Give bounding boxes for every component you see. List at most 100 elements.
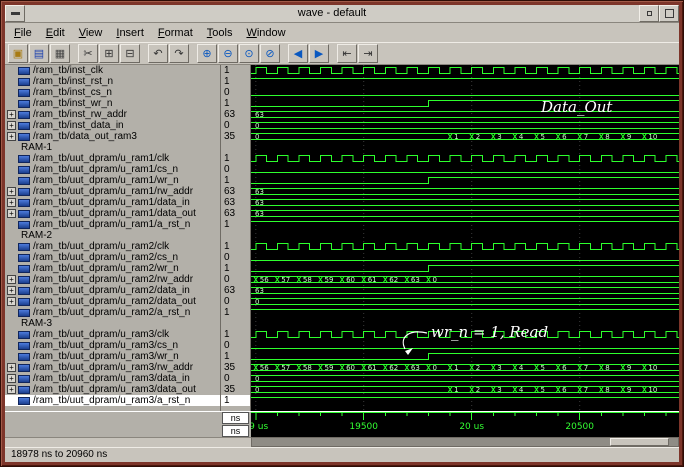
signal-row[interactable]: /ram_tb/uut_dpram/u_ram1/a_rst_n xyxy=(5,219,220,230)
timeline-ruler[interactable]: 19 us 19500 20 us 20500 xyxy=(251,412,679,437)
signal-row[interactable]: /ram_tb/uut_dpram/u_ram3/clk xyxy=(5,329,220,340)
signal-name: /ram_tb/uut_dpram/u_ram2/rw_addr xyxy=(33,274,194,285)
signal-row[interactable]: + /ram_tb/inst_data_in xyxy=(5,120,220,131)
menu-insert[interactable]: Insert xyxy=(109,25,151,41)
redo-button[interactable]: ↷ xyxy=(169,44,189,63)
signal-row[interactable]: /ram_tb/uut_dpram/u_ram2/cs_n xyxy=(5,252,220,263)
divider-row[interactable]: RAM-3 xyxy=(5,318,220,329)
menu-window[interactable]: Window xyxy=(239,25,292,41)
print-button[interactable]: ▦ xyxy=(50,44,70,63)
svg-text:59: 59 xyxy=(325,276,334,284)
signal-row[interactable]: + /ram_tb/uut_dpram/u_ram1/data_in xyxy=(5,197,220,208)
divider-row[interactable]: RAM-2 xyxy=(5,230,220,241)
signal-row[interactable]: + /ram_tb/uut_dpram/u_ram2/data_in xyxy=(5,285,220,296)
svg-text:58: 58 xyxy=(303,364,312,372)
menu-edit[interactable]: Edit xyxy=(39,25,72,41)
signal-row[interactable]: /ram_tb/uut_dpram/u_ram2/clk xyxy=(5,241,220,252)
zoom-in-button[interactable]: ⊕ xyxy=(197,44,217,63)
time-unit-box: ns xyxy=(222,425,249,437)
signal-row[interactable]: + /ram_tb/uut_dpram/u_ram2/rw_addr xyxy=(5,274,220,285)
signal-row[interactable]: /ram_tb/uut_dpram/u_ram1/clk xyxy=(5,153,220,164)
title-bar[interactable]: wave - default xyxy=(5,5,679,23)
menu-format[interactable]: Format xyxy=(151,25,200,41)
prev-transition-button[interactable]: ◀ xyxy=(288,44,308,63)
signal-name: /ram_tb/uut_dpram/u_ram1/data_in xyxy=(33,197,190,208)
signal-row[interactable]: + /ram_tb/uut_dpram/u_ram1/data_out xyxy=(5,208,220,219)
signal-row[interactable]: + /ram_tb/uut_dpram/u_ram1/rw_addr xyxy=(5,186,220,197)
cut-button[interactable]: ✂ xyxy=(78,44,98,63)
expand-icon[interactable]: + xyxy=(7,187,16,196)
signal-row[interactable]: /ram_tb/uut_dpram/u_ram2/a_rst_n xyxy=(5,307,220,318)
window-menu-button[interactable] xyxy=(5,5,25,22)
signal-row[interactable]: /ram_tb/uut_dpram/u_ram3/cs_n xyxy=(5,340,220,351)
waveform-canvas[interactable]: 63 0 0 1 2 3 4 5 6 7 8 9 10 63 63 63 56 57 58 59 60 61 62 63 0 63… xyxy=(251,65,679,411)
menu-view[interactable]: View xyxy=(72,25,110,41)
signal-icon xyxy=(18,176,30,185)
scrollbar-trough[interactable] xyxy=(251,437,679,447)
zoom-last-button[interactable]: ⊘ xyxy=(260,44,280,63)
svg-text:0: 0 xyxy=(433,364,437,372)
zoom-full-button[interactable]: ⊙ xyxy=(239,44,259,63)
signal-row[interactable]: /ram_tb/uut_dpram/u_ram1/cs_n xyxy=(5,164,220,175)
expand-icon[interactable]: + xyxy=(7,275,16,284)
signal-row[interactable]: /ram_tb/inst_wr_n xyxy=(5,98,220,109)
open-button[interactable]: ▣ xyxy=(8,44,28,63)
menu-tools[interactable]: Tools xyxy=(200,25,240,41)
signal-row[interactable]: + /ram_tb/uut_dpram/u_ram3/data_in xyxy=(5,373,220,384)
signal-row[interactable]: + /ram_tb/uut_dpram/u_ram3/rw_addr xyxy=(5,362,220,373)
signal-icon xyxy=(18,132,30,141)
zoom-out-button[interactable]: ⊖ xyxy=(218,44,238,63)
expand-icon[interactable]: + xyxy=(7,385,16,394)
expand-icon[interactable]: + xyxy=(7,286,16,295)
svg-text:2: 2 xyxy=(476,386,480,394)
minimize-button[interactable] xyxy=(639,5,659,22)
cut-icon: ✂ xyxy=(83,48,93,60)
undo-button[interactable]: ↶ xyxy=(148,44,168,63)
signal-row[interactable]: + /ram_tb/uut_dpram/u_ram2/data_out xyxy=(5,296,220,307)
svg-text:63: 63 xyxy=(255,199,264,207)
signal-value: 63 xyxy=(224,109,236,120)
signal-icon xyxy=(18,275,30,284)
svg-text:60: 60 xyxy=(346,276,355,284)
expand-icon[interactable]: + xyxy=(7,132,16,141)
signal-row[interactable]: /ram_tb/uut_dpram/u_ram2/wr_n xyxy=(5,263,220,274)
divider-row[interactable]: RAM-1 xyxy=(5,142,220,153)
first-page-button[interactable]: ⇤ xyxy=(337,44,357,63)
copy-icon: ⊞ xyxy=(104,48,114,60)
expand-icon[interactable]: + xyxy=(7,374,16,383)
signal-icon xyxy=(18,198,30,207)
paste-button[interactable]: ⊟ xyxy=(120,44,140,63)
scrollbar-thumb[interactable] xyxy=(609,438,670,446)
signal-row[interactable]: + /ram_tb/data_out_ram3 xyxy=(5,131,220,142)
svg-text:63: 63 xyxy=(255,188,264,196)
signal-row[interactable]: /ram_tb/uut_dpram/u_ram1/wr_n xyxy=(5,175,220,186)
signal-row[interactable]: /ram_tb/inst_cs_n xyxy=(5,87,220,98)
signal-row[interactable]: /ram_tb/uut_dpram/u_ram3/a_rst_n xyxy=(5,395,220,406)
expand-icon[interactable]: + xyxy=(7,121,16,130)
expand-icon[interactable]: + xyxy=(7,209,16,218)
signal-row[interactable]: + /ram_tb/inst_rw_addr xyxy=(5,109,220,120)
save-button[interactable]: ▤ xyxy=(29,44,49,63)
signal-row[interactable]: /ram_tb/inst_clk xyxy=(5,65,220,76)
maximize-button[interactable] xyxy=(659,5,679,22)
expand-icon[interactable]: + xyxy=(7,110,16,119)
main-area: /ram_tb/inst_clk/ram_tb/inst_rst_n/ram_t… xyxy=(5,65,679,411)
menu-bar: File Edit View Insert Format Tools Window xyxy=(5,23,679,42)
expand-icon[interactable]: + xyxy=(7,198,16,207)
signal-value: 63 xyxy=(224,285,236,296)
signal-value: 1 xyxy=(224,175,230,186)
expand-icon[interactable]: + xyxy=(7,363,16,372)
signal-icon xyxy=(18,154,30,163)
last-page-button[interactable]: ⇥ xyxy=(358,44,378,63)
expand-icon[interactable]: + xyxy=(7,297,16,306)
signal-names-panel[interactable]: /ram_tb/inst_clk/ram_tb/inst_rst_n/ram_t… xyxy=(5,65,221,411)
signal-row[interactable]: + /ram_tb/uut_dpram/u_ram3/data_out xyxy=(5,384,220,395)
svg-text:19 us: 19 us xyxy=(251,422,268,432)
next-transition-button[interactable]: ▶ xyxy=(309,44,329,63)
signal-name: /ram_tb/uut_dpram/u_ram1/clk xyxy=(33,153,170,164)
signal-icon xyxy=(18,209,30,218)
signal-row[interactable]: /ram_tb/inst_rst_n xyxy=(5,76,220,87)
copy-button[interactable]: ⊞ xyxy=(99,44,119,63)
signal-row[interactable]: /ram_tb/uut_dpram/u_ram3/wr_n xyxy=(5,351,220,362)
menu-file[interactable]: File xyxy=(7,25,39,41)
